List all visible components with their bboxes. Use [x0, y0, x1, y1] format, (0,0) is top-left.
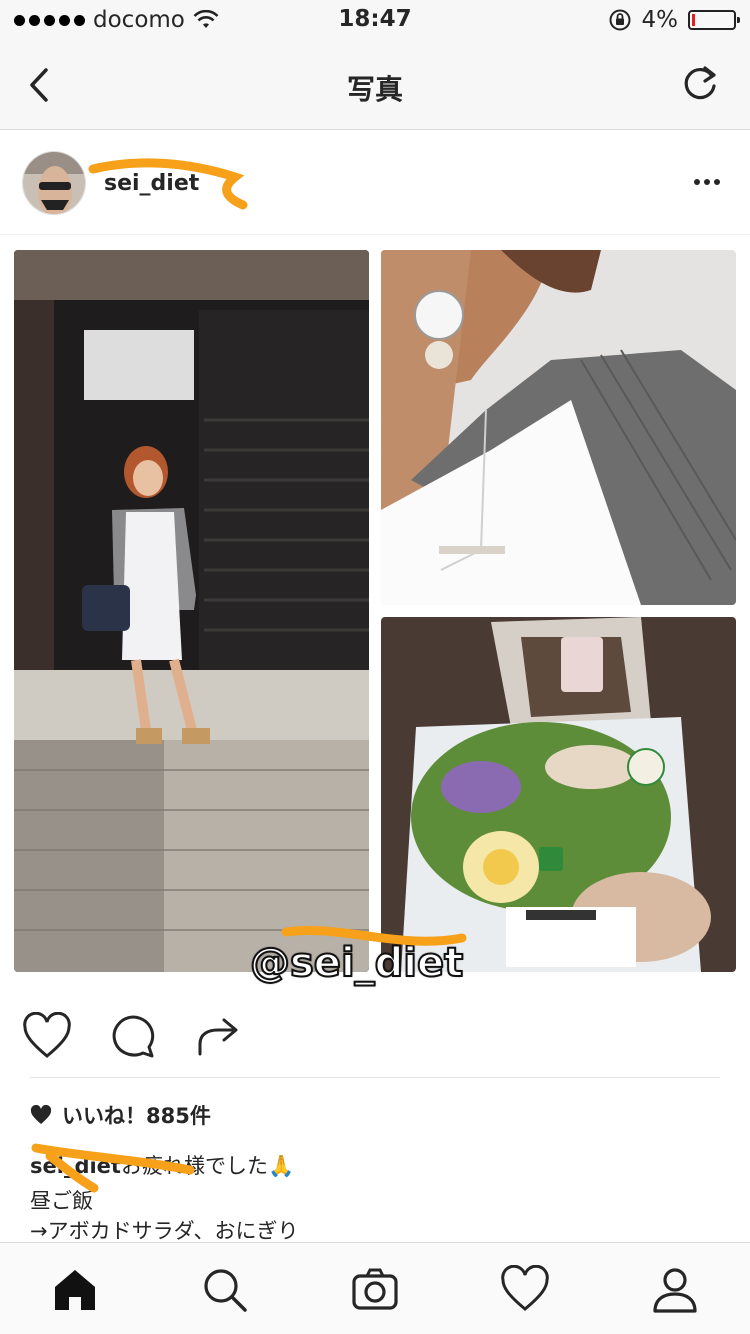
- status-right: 4%: [608, 7, 740, 33]
- divider: [30, 1077, 720, 1078]
- caption-line-3: →アボカドサラダ、おにぎり: [30, 1219, 299, 1243]
- caption-text: お疲れ様でした🙏: [120, 1154, 295, 1178]
- home-icon[interactable]: [50, 1265, 100, 1315]
- search-icon[interactable]: [200, 1265, 250, 1315]
- photo-lunch: [381, 617, 736, 972]
- more-options-icon[interactable]: [694, 179, 720, 185]
- caption-line-1: sei_dietお疲れ様でした🙏: [30, 1150, 294, 1180]
- caption-line-2: 昼ご飯: [30, 1189, 93, 1213]
- caption-username[interactable]: sei_diet: [30, 1154, 121, 1178]
- bottom-tab-bar: [0, 1242, 750, 1334]
- share-button[interactable]: [194, 1012, 244, 1060]
- post-image[interactable]: @sei_diet: [14, 250, 736, 987]
- post-username[interactable]: sei_diet: [104, 171, 199, 196]
- camera-icon[interactable]: [350, 1265, 400, 1315]
- heart-filled-icon: [30, 1105, 52, 1124]
- image-watermark: @sei_diet: [249, 939, 464, 987]
- orientation-lock-icon: [609, 9, 630, 31]
- post-action-bar: [22, 1000, 722, 1070]
- battery-percent: 4%: [641, 7, 679, 33]
- navigation-bar: 写真: [0, 40, 750, 130]
- heart-icon[interactable]: [500, 1265, 550, 1315]
- refresh-button[interactable]: [678, 62, 722, 106]
- likes-count[interactable]: いいね！885件: [30, 1100, 211, 1130]
- post-header: sei_diet: [0, 131, 750, 235]
- like-button[interactable]: [22, 1012, 72, 1060]
- likes-label: いいね！885件: [62, 1104, 211, 1128]
- avatar[interactable]: [22, 151, 86, 215]
- status-bar: docomo 18:47 4%: [0, 0, 750, 40]
- photo-outfit: [14, 250, 369, 972]
- photo-earring: [381, 250, 736, 605]
- comment-button[interactable]: [108, 1012, 158, 1060]
- battery-icon: [688, 10, 740, 30]
- person-icon[interactable]: [650, 1265, 700, 1315]
- page-title: 写真: [346, 73, 403, 106]
